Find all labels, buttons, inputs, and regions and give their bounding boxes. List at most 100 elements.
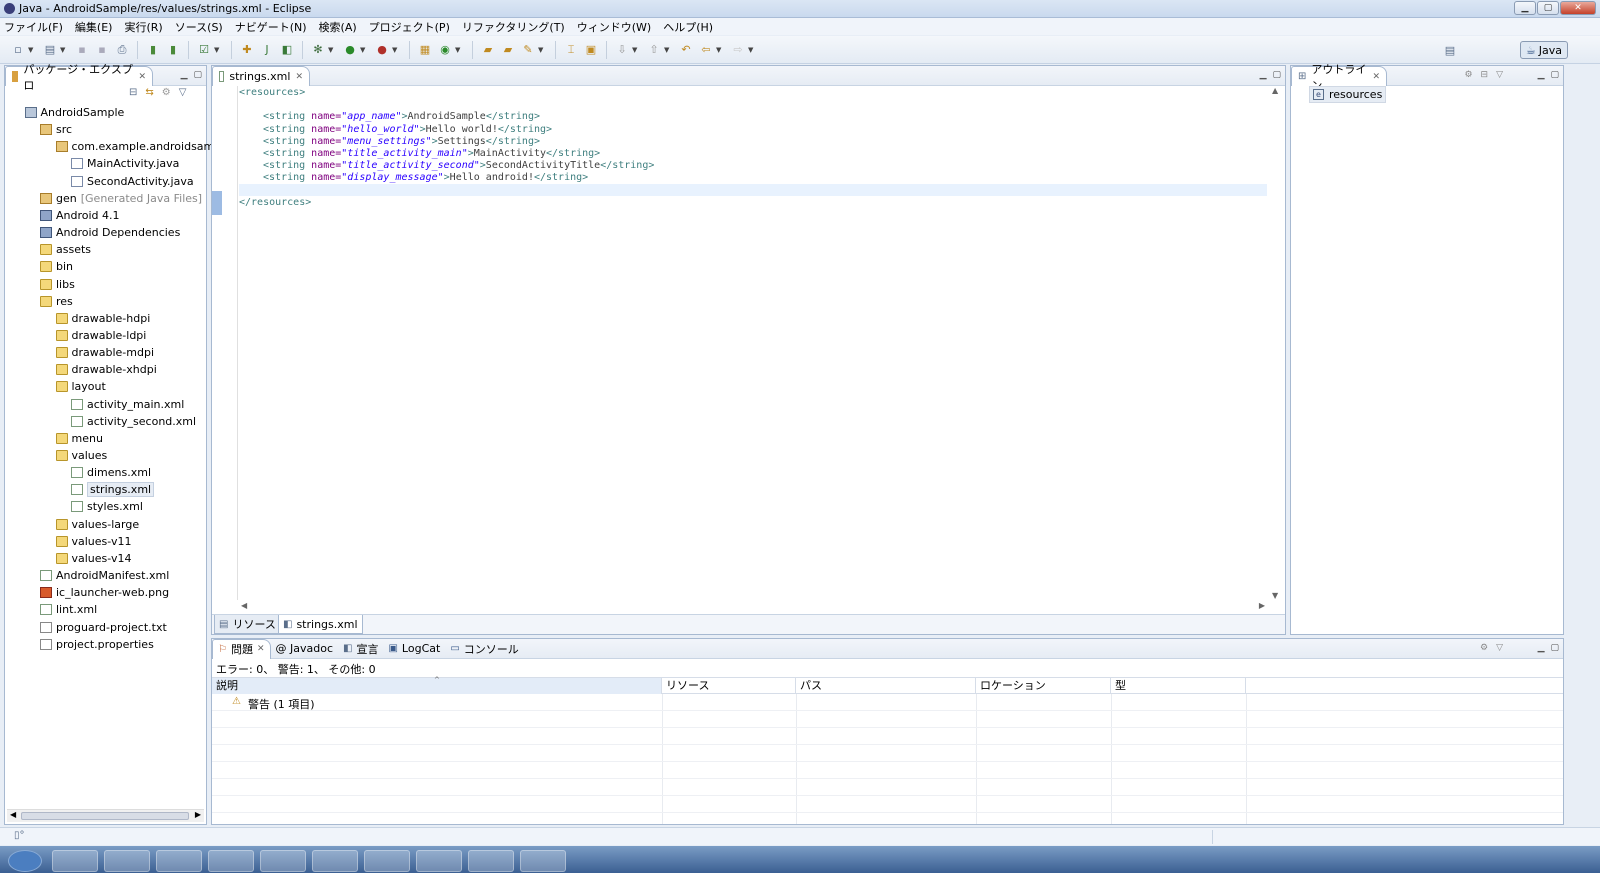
scroll-left-icon[interactable]: ◀ [241, 601, 247, 610]
tree-item[interactable]: ic_launcher-web.png [40, 584, 169, 601]
column-header-type[interactable]: 型 [1111, 678, 1246, 694]
tree-item[interactable]: activity_second.xml [71, 413, 196, 430]
run-icon[interactable]: ● [342, 42, 358, 58]
run-dropdown-icon[interactable]: ▼ [360, 46, 368, 54]
task-dropdown-icon[interactable]: ▼ [214, 46, 222, 54]
tree-item[interactable]: values-v14 [55, 550, 131, 567]
tab-declaration[interactable]: ◧ 宣言 [338, 639, 383, 659]
taskbar-app-button[interactable] [520, 850, 566, 872]
vertical-scrollbar[interactable]: ▲ ▼ [1269, 86, 1283, 600]
tree-item[interactable]: styles.xml [71, 498, 143, 515]
perspective-switcher[interactable]: ☕ Java [1519, 41, 1568, 59]
taskbar-app-button[interactable] [312, 850, 358, 872]
tree-item[interactable]: drawable-mdpi [55, 344, 154, 361]
new-class-dropdown-icon[interactable]: ▼ [455, 46, 463, 54]
forward-icon[interactable]: ⇨ [730, 42, 746, 58]
menu-window[interactable]: ウィンドウ(W) [577, 19, 651, 35]
tree-item[interactable]: proguard-project.txt [40, 619, 167, 636]
tree-item[interactable]: com.example.androidsample [55, 138, 231, 155]
back-icon[interactable]: ⇦ [698, 42, 714, 58]
search-icon[interactable]: ✎ [520, 42, 536, 58]
tree-item[interactable]: dimens.xml [71, 464, 151, 481]
taskbar-app-button[interactable] [468, 850, 514, 872]
tab-strings-xml[interactable]: strings.xml ✕ [212, 66, 310, 86]
minimize-icon[interactable]: ▁ [1538, 643, 1545, 653]
close-icon[interactable]: ✕ [257, 644, 265, 654]
maximize-icon[interactable]: ▢ [1550, 643, 1559, 653]
new-dropdown-icon[interactable]: ▼ [28, 46, 36, 54]
tab-resources[interactable]: ▤ リソース [214, 615, 281, 634]
task-icon[interactable]: ☑ [196, 42, 212, 58]
new-java-class-icon[interactable]: ◉ [437, 42, 453, 58]
android-sdk-icon[interactable]: ▮ [145, 42, 161, 58]
open-dropdown-icon[interactable]: ▼ [60, 46, 68, 54]
taskbar-app-button[interactable] [104, 850, 150, 872]
tree-item[interactable]: activity_main.xml [71, 396, 184, 413]
new-java-package-icon[interactable]: ▦ [417, 42, 433, 58]
column-header-path[interactable]: パス [796, 678, 976, 694]
start-button[interactable] [8, 850, 42, 872]
menu-navigate[interactable]: ナビゲート(N) [235, 19, 307, 35]
save-all-icon[interactable]: ▪ [94, 42, 110, 58]
scroll-right-icon[interactable]: ▶ [1259, 601, 1265, 610]
open-type-icon[interactable]: ▰ [480, 42, 496, 58]
taskbar-app-button[interactable] [156, 850, 202, 872]
scroll-up-icon[interactable]: ▲ [1272, 86, 1278, 95]
tab-package-explorer[interactable]: パッケージ・エクスプロ ✕ [5, 63, 153, 92]
tree-item[interactable]: libs [40, 276, 75, 293]
minimize-icon[interactable]: ▁ [181, 70, 188, 80]
tab-javadoc[interactable]: @ Javadoc [271, 639, 339, 659]
code-text-area[interactable]: <resources> <string name="app_name">Andro… [239, 86, 1267, 600]
taskbar-app-button[interactable] [208, 850, 254, 872]
editor-horizontal-scrollbar[interactable]: ◀ ▶ [239, 600, 1267, 614]
column-header-location[interactable]: ロケーション [976, 678, 1111, 694]
tree-item[interactable]: values-large [55, 516, 139, 533]
close-icon[interactable]: ✕ [138, 72, 146, 82]
maximize-icon[interactable]: ▢ [1550, 70, 1559, 80]
external-tools-dropdown-icon[interactable]: ▼ [392, 46, 400, 54]
tab-outline[interactable]: ⊞ アウトライン ✕ [1291, 63, 1387, 92]
new-xml-icon[interactable]: ◧ [279, 42, 295, 58]
tree-item[interactable]: layout [55, 378, 106, 395]
tree-item[interactable]: menu [55, 430, 103, 447]
new-unit-test-icon[interactable]: J [259, 42, 275, 58]
minimize-window-button[interactable]: ▁ [1514, 1, 1536, 15]
debug-icon[interactable]: ✻ [310, 42, 326, 58]
open-task-icon[interactable]: ▰ [500, 42, 516, 58]
focus-icon[interactable]: ⚙ [1464, 70, 1472, 80]
open-icon[interactable]: ▤ [42, 42, 58, 58]
fast-view-icon[interactable]: ▯° [14, 830, 25, 841]
menu-help[interactable]: ヘルプ(H) [663, 19, 713, 35]
table-row[interactable]: ⚠ 警告 (1 項目) [212, 694, 1563, 711]
previous-annotation-dropdown-icon[interactable]: ▼ [664, 46, 672, 54]
view-menu-icon[interactable]: ▽ [179, 87, 187, 98]
tree-item[interactable]: AndroidManifest.xml [40, 567, 169, 584]
new-icon[interactable]: ▫ [10, 42, 26, 58]
new-project-icon[interactable]: ✚ [239, 42, 255, 58]
minimize-icon[interactable]: ▁ [1260, 70, 1267, 80]
tab-strings-xml-source[interactable]: ◧ strings.xml [278, 615, 363, 634]
menu-search[interactable]: 検索(A) [319, 19, 357, 35]
focus-icon[interactable]: ⚙ [1480, 643, 1488, 653]
view-menu-icon[interactable]: ▽ [1496, 643, 1503, 653]
next-annotation-icon[interactable]: ⇩ [614, 42, 630, 58]
print-icon[interactable]: ⎙ [114, 42, 130, 58]
menu-refactor[interactable]: リファクタリング(T) [462, 19, 565, 35]
tree-item[interactable]: strings.xml [71, 481, 155, 498]
scroll-left-icon[interactable]: ◀ [10, 810, 16, 819]
close-window-button[interactable]: ✕ [1560, 1, 1596, 15]
tab-console[interactable]: ▭ コンソール [445, 639, 523, 659]
menu-source[interactable]: ソース(S) [175, 19, 223, 35]
save-icon[interactable]: ▪ [74, 42, 90, 58]
next-annotation-dropdown-icon[interactable]: ▼ [632, 46, 640, 54]
collapse-all-icon[interactable]: ⊟ [1481, 70, 1489, 80]
taskbar-app-button[interactable] [260, 850, 306, 872]
android-avd-icon[interactable]: ▮ [165, 42, 181, 58]
view-menu-icon[interactable]: ▽ [1496, 70, 1503, 80]
collapse-all-icon[interactable]: ⊟ [129, 87, 137, 98]
column-header-resource[interactable]: リソース [662, 678, 796, 694]
minimize-icon[interactable]: ▁ [1538, 70, 1545, 80]
tree-item[interactable]: drawable-ldpi [55, 327, 146, 344]
maximize-window-button[interactable]: ▢ [1537, 1, 1559, 15]
search-dropdown-icon[interactable]: ▼ [538, 46, 546, 54]
